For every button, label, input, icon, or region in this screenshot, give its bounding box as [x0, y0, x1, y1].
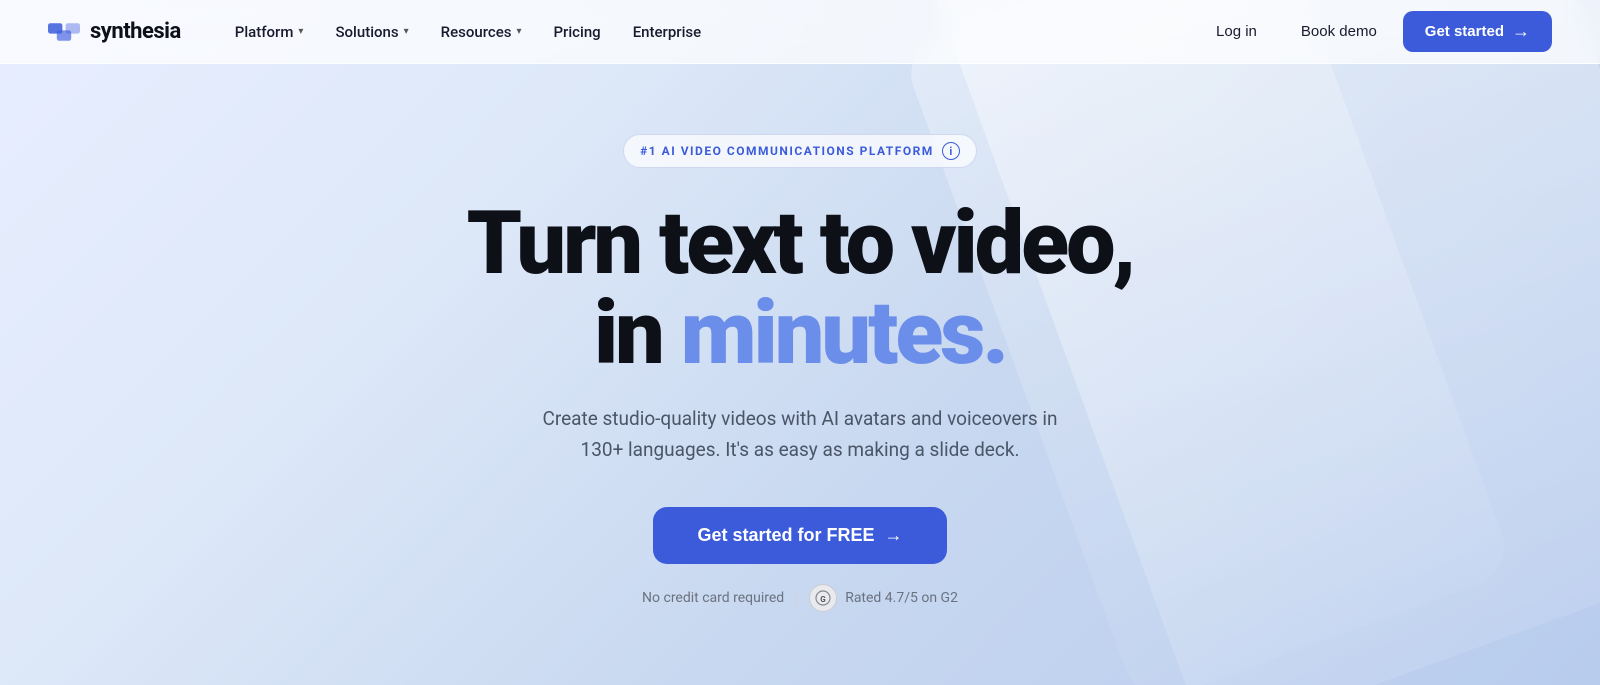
- logo-text: synthesia: [90, 19, 181, 44]
- navbar: synthesia Platform ▾ Solutions ▾ Resourc…: [0, 0, 1600, 64]
- divider: [796, 588, 797, 608]
- book-demo-button[interactable]: Book demo: [1283, 14, 1395, 49]
- nav-item-pricing[interactable]: Pricing: [539, 15, 614, 49]
- login-button[interactable]: Log in: [1198, 14, 1275, 49]
- nav-item-solutions[interactable]: Solutions ▾: [321, 15, 422, 49]
- info-icon[interactable]: i: [942, 142, 960, 160]
- nav-links: Platform ▾ Solutions ▾ Resources ▾ Prici…: [221, 15, 1198, 49]
- g2-rating-text: Rated 4.7/5 on G2: [845, 590, 958, 606]
- chevron-down-icon: ▾: [298, 26, 303, 37]
- logo-icon: [48, 20, 80, 44]
- hero-subtitle: Create studio-quality videos with AI ava…: [520, 404, 1080, 465]
- g2-badge: G Rated 4.7/5 on G2: [809, 584, 958, 612]
- hero-headline-line1: Turn text to video,: [467, 200, 1134, 288]
- nav-right: Log in Book demo Get started →: [1198, 11, 1552, 52]
- badge-text: #1 AI VIDEO COMMUNICATIONS PLATFORM: [640, 144, 934, 158]
- arrow-right-icon: →: [1512, 21, 1530, 42]
- page-wrapper: synthesia Platform ▾ Solutions ▾ Resourc…: [0, 0, 1600, 685]
- no-credit-card-text: No credit card required: [642, 590, 784, 606]
- cta-button[interactable]: Get started for FREE →: [653, 507, 946, 564]
- cta-arrow-icon: →: [885, 525, 903, 546]
- hero-headline-line2: in minutes.: [594, 288, 1006, 380]
- hero-badge: #1 AI VIDEO COMMUNICATIONS PLATFORM i: [623, 134, 977, 168]
- hero-section: #1 AI VIDEO COMMUNICATIONS PLATFORM i Tu…: [0, 64, 1600, 612]
- g2-icon: G: [809, 584, 837, 612]
- chevron-down-icon: ▾: [516, 26, 521, 37]
- chevron-down-icon: ▾: [404, 26, 409, 37]
- get-started-nav-button[interactable]: Get started →: [1403, 11, 1552, 52]
- nav-item-enterprise[interactable]: Enterprise: [619, 15, 715, 49]
- nav-item-platform[interactable]: Platform ▾: [221, 15, 318, 49]
- nav-item-resources[interactable]: Resources ▾: [427, 15, 536, 49]
- svg-text:G: G: [820, 595, 826, 604]
- hero-highlight: minutes.: [681, 282, 1006, 385]
- social-proof: No credit card required G Rated 4.7/5 on…: [642, 584, 958, 612]
- logo-link[interactable]: synthesia: [48, 19, 181, 44]
